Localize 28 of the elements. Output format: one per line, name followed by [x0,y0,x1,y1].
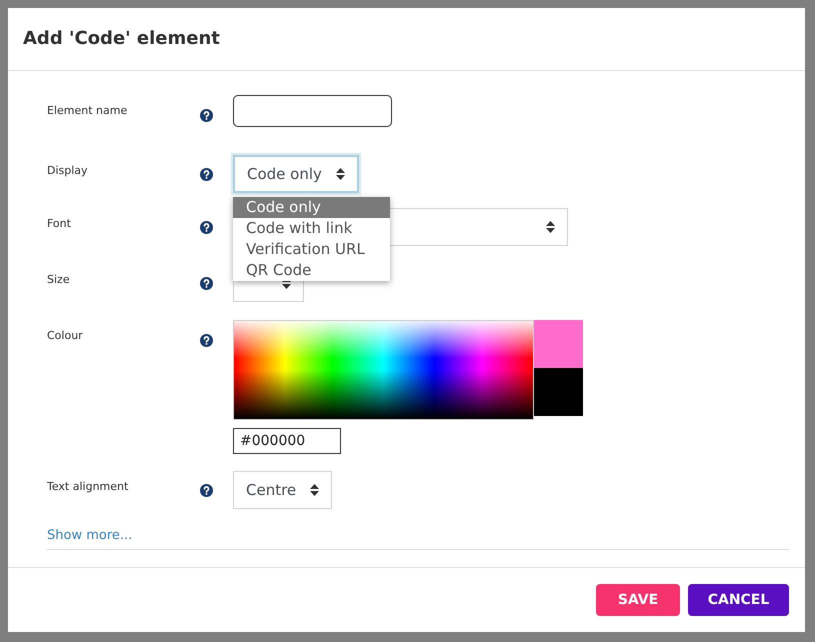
select-field[interactable]: Centre [233,471,332,509]
help-icon[interactable] [200,108,213,122]
field-label: Size [47,272,71,288]
dropdown-option[interactable]: Code only [233,197,390,218]
colour-gradient[interactable] [233,320,534,420]
help-icon[interactable] [200,276,213,290]
sort-caret-icon [546,221,555,233]
field-label: Font [47,216,72,232]
dropdown-option[interactable]: Verification URL [233,239,390,260]
text-input[interactable] [233,95,392,127]
help-icon[interactable] [200,220,213,234]
select-field[interactable]: Code only [233,155,359,193]
dialog-title: Add 'Code' element [23,28,220,50]
field-label: Text alignment [47,479,130,495]
help-icon[interactable] [200,484,213,496]
field-label: Display [47,163,89,179]
sort-caret-icon [310,484,320,496]
dropdown-option[interactable]: QR Code [233,260,390,281]
help-icon[interactable] [200,334,213,346]
dropdown-option[interactable]: Code with link [233,218,390,239]
help-icon[interactable] [200,168,213,180]
field-label: Colour [47,328,84,344]
show-more-link[interactable]: Show more... [47,526,132,546]
cancel-button[interactable]: CANCEL [688,584,789,616]
save-button[interactable]: SAVE [596,584,680,616]
field-label: Element name [47,103,128,119]
sort-caret-icon [336,168,345,180]
hex-input[interactable]: #000000 [233,428,341,454]
